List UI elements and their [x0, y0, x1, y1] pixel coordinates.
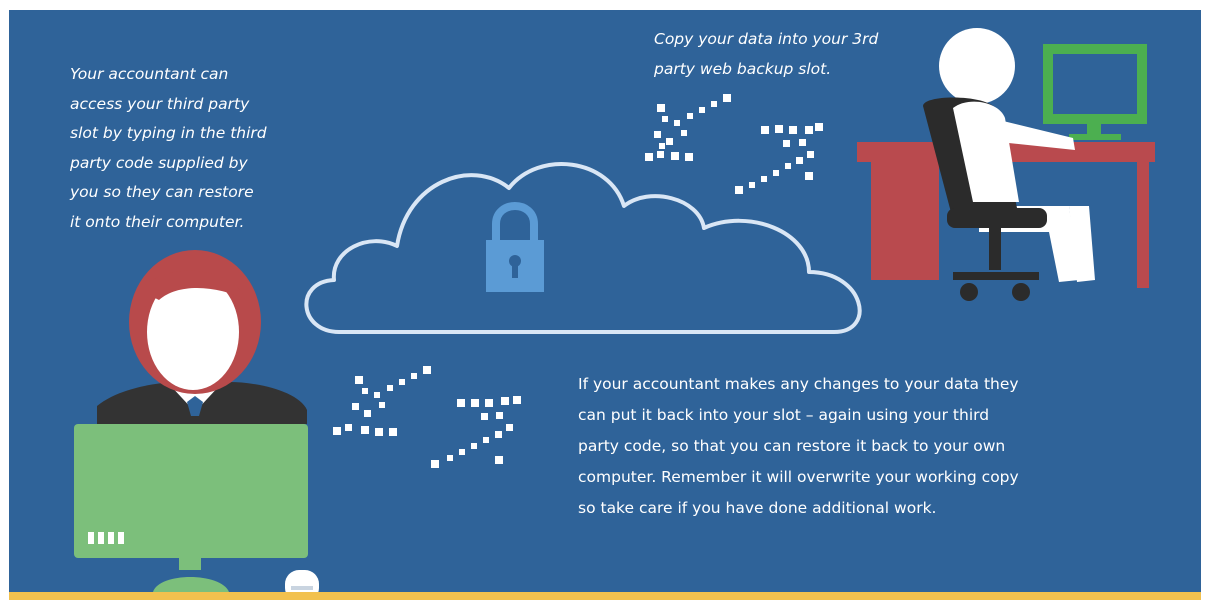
- changes-caption: If your accountant makes any changes to …: [578, 369, 1098, 524]
- caption-line: party code supplied by: [70, 153, 248, 172]
- caption-line: party code, so that you can restore it b…: [578, 437, 1006, 455]
- padlock-icon: [486, 202, 544, 292]
- caption-line: it onto their computer.: [70, 212, 245, 231]
- ground-strip: [9, 592, 1201, 600]
- caption-line: If your accountant makes any changes to …: [578, 375, 1019, 393]
- infographic-panel: Your accountant can access your third pa…: [9, 10, 1201, 600]
- caption-line: so take care if you have done additional…: [578, 499, 937, 517]
- copy-caption: Copy your data into your 3rd party web b…: [654, 24, 934, 84]
- data-transfer-arrows-icon-lower: [333, 366, 521, 468]
- caption-line: Your accountant can: [70, 65, 229, 83]
- caption-line: you so they can restore: [70, 183, 254, 201]
- accountant-caption: Your accountant can access your third pa…: [70, 60, 310, 237]
- caption-line: computer. Remember it will overwrite you…: [578, 468, 1019, 486]
- caption-line: party web backup slot.: [654, 60, 832, 78]
- accountant-icon: [74, 250, 319, 600]
- caption-line: slot by typing in the third: [70, 124, 267, 142]
- caption-line: Copy your data into your 3rd: [654, 30, 879, 48]
- caption-line: access your third party: [70, 94, 250, 113]
- cloud-icon: [304, 162, 862, 334]
- caption-line: can put it back into your slot – again u…: [578, 406, 990, 424]
- data-transfer-arrows-icon: [645, 94, 823, 194]
